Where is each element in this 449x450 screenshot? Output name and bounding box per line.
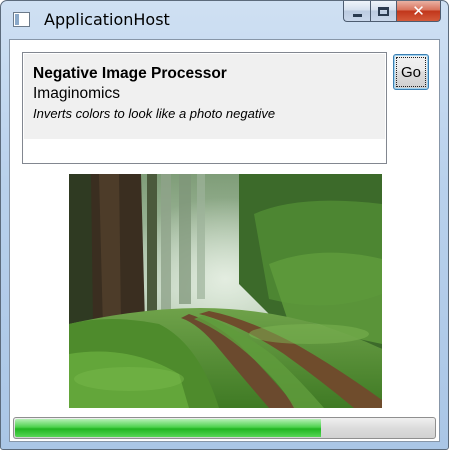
minimize-icon [352, 13, 362, 17]
forest-photo [69, 174, 382, 408]
maximize-icon [378, 6, 389, 16]
plugin-author: Imaginomics [33, 85, 120, 102]
close-icon: ✕ [412, 1, 425, 20]
plugin-name: Negative Image Processor [33, 65, 227, 82]
go-button[interactable]: Go [393, 54, 429, 90]
maximize-button[interactable] [370, 1, 396, 22]
caption-buttons: ✕ [343, 1, 441, 23]
client-area: Negative Image Processor Imaginomics Inv… [9, 39, 440, 442]
window-title: ApplicationHost [44, 10, 170, 29]
plugin-description: Inverts colors to look like a photo nega… [33, 106, 276, 121]
progress-fill [15, 419, 321, 437]
title-bar[interactable]: ApplicationHost ✕ [1, 1, 448, 39]
plugin-info-panel: Negative Image Processor Imaginomics Inv… [22, 52, 387, 164]
application-window: ApplicationHost ✕ Negative Image Process… [0, 0, 449, 450]
minimize-button[interactable] [343, 1, 370, 22]
app-window-icon[interactable] [13, 12, 30, 27]
go-button-label: Go [400, 63, 421, 81]
progress-bar [13, 417, 436, 439]
close-button[interactable]: ✕ [396, 1, 441, 22]
plugin-info-content: Negative Image Processor Imaginomics Inv… [24, 54, 385, 139]
